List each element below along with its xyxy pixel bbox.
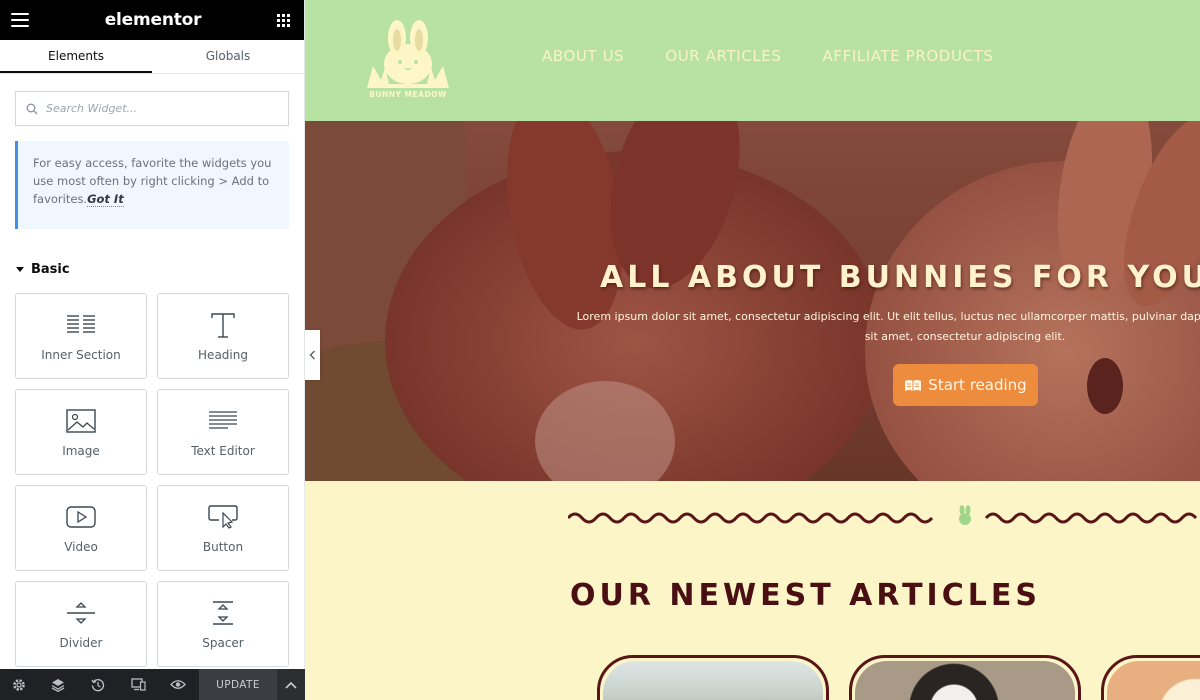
- button-icon: [208, 502, 238, 532]
- search-widget-box: [15, 91, 289, 126]
- article-thumbnail: [1107, 661, 1200, 700]
- search-widget-input[interactable]: [46, 102, 266, 115]
- section-title: OUR NEWEST ARTICLES: [570, 578, 1041, 613]
- article-card[interactable]: [1101, 655, 1200, 700]
- responsive-icon[interactable]: [118, 669, 158, 700]
- widget-label: Text Editor: [191, 444, 255, 458]
- widget-image[interactable]: Image: [15, 389, 147, 475]
- start-reading-button[interactable]: Start reading: [893, 364, 1038, 406]
- got-it-link[interactable]: Got It: [87, 192, 124, 207]
- page-preview: BUNNY MEADOW ABOUT US OUR ARTICLES AFFIL…: [305, 0, 1200, 700]
- widget-heading[interactable]: Heading: [157, 293, 289, 379]
- spacer-icon: [208, 598, 238, 628]
- panel-header: elementor: [0, 0, 304, 40]
- search-icon: [26, 103, 38, 114]
- start-reading-label: Start reading: [928, 376, 1027, 394]
- elementor-panel: elementor Elements Globals For easy acce…: [0, 0, 305, 700]
- hero-title: ALL ABOUT BUNNIES FOR YOUR BUNNY: [600, 260, 1200, 295]
- category-title: Basic: [31, 262, 70, 277]
- image-icon: [66, 406, 96, 436]
- chevron-up-icon[interactable]: [277, 669, 305, 700]
- bunny-divider-icon: [959, 505, 971, 525]
- widget-label: Video: [64, 540, 98, 554]
- widget-label: Spacer: [202, 636, 244, 650]
- menu-icon[interactable]: [11, 13, 29, 27]
- update-button[interactable]: UPDATE: [199, 669, 277, 700]
- article-thumbnail: [603, 661, 823, 700]
- widget-label: Inner Section: [41, 348, 121, 362]
- article-card[interactable]: [597, 655, 829, 700]
- widget-video[interactable]: Video: [15, 485, 147, 571]
- collapse-panel-toggle[interactable]: [305, 330, 320, 380]
- widgets-grid-icon[interactable]: [277, 13, 290, 27]
- site-header: BUNNY MEADOW ABOUT US OUR ARTICLES AFFIL…: [305, 0, 1200, 121]
- elementor-logo: elementor: [104, 10, 202, 30]
- widget-divider[interactable]: Divider: [15, 581, 147, 667]
- hero-subtitle: Lorem ipsum dolor sit amet, consectetur …: [576, 310, 1200, 343]
- chevron-left-icon: [309, 350, 315, 360]
- nav-affiliate-products[interactable]: AFFILIATE PRODUCTS: [823, 47, 994, 65]
- book-icon: [905, 379, 922, 391]
- editor-window: elementor Elements Globals For easy acce…: [0, 0, 1200, 700]
- tab-elements[interactable]: Elements: [0, 40, 152, 73]
- settings-icon[interactable]: [0, 669, 38, 700]
- widget-label: Image: [62, 444, 100, 458]
- widget-label: Divider: [59, 636, 103, 650]
- layers-icon[interactable]: [38, 669, 78, 700]
- brand-name: BUNNY MEADOW: [369, 90, 447, 99]
- widget-button[interactable]: Button: [157, 485, 289, 571]
- tab-globals[interactable]: Globals: [152, 40, 304, 73]
- divider-icon: [66, 598, 96, 628]
- preview-eye-icon[interactable]: [158, 669, 198, 700]
- article-card[interactable]: [849, 655, 1081, 700]
- favorites-tip: For easy access, favorite the widgets yo…: [15, 141, 289, 229]
- widget-text-editor[interactable]: Text Editor: [157, 389, 289, 475]
- nav-our-articles[interactable]: OUR ARTICLES: [665, 47, 781, 65]
- inner-section-icon: [66, 310, 96, 340]
- category-basic[interactable]: Basic: [16, 262, 304, 277]
- panel-tabs: Elements Globals: [0, 40, 304, 74]
- video-icon: [66, 502, 96, 532]
- history-icon[interactable]: [78, 669, 118, 700]
- caret-down-icon: [16, 267, 24, 272]
- article-thumbnail: [855, 661, 1075, 700]
- squiggle-divider: [568, 512, 1198, 524]
- widget-spacer[interactable]: Spacer: [157, 581, 289, 667]
- widget-label: Button: [202, 540, 244, 554]
- favorites-tip-text: For easy access, favorite the widgets yo…: [33, 156, 272, 206]
- hero-section: ALL ABOUT BUNNIES FOR YOUR BUNNY Lorem i…: [305, 121, 1200, 481]
- widget-grid: Inner Section Heading Image Text Editor: [15, 293, 290, 667]
- widget-inner-section[interactable]: Inner Section: [15, 293, 147, 379]
- bunny-logo-icon: [367, 20, 449, 88]
- widget-label: Heading: [198, 348, 248, 362]
- site-logo[interactable]: BUNNY MEADOW: [363, 18, 453, 102]
- bunnies-hero-image: [305, 121, 1200, 481]
- text-editor-icon: [208, 406, 238, 436]
- panel-footer: UPDATE: [0, 669, 305, 700]
- nav-about-us[interactable]: ABOUT US: [542, 47, 624, 65]
- heading-icon: [209, 310, 237, 340]
- main-nav: ABOUT US OUR ARTICLES AFFILIATE PRODUCTS: [542, 47, 1035, 65]
